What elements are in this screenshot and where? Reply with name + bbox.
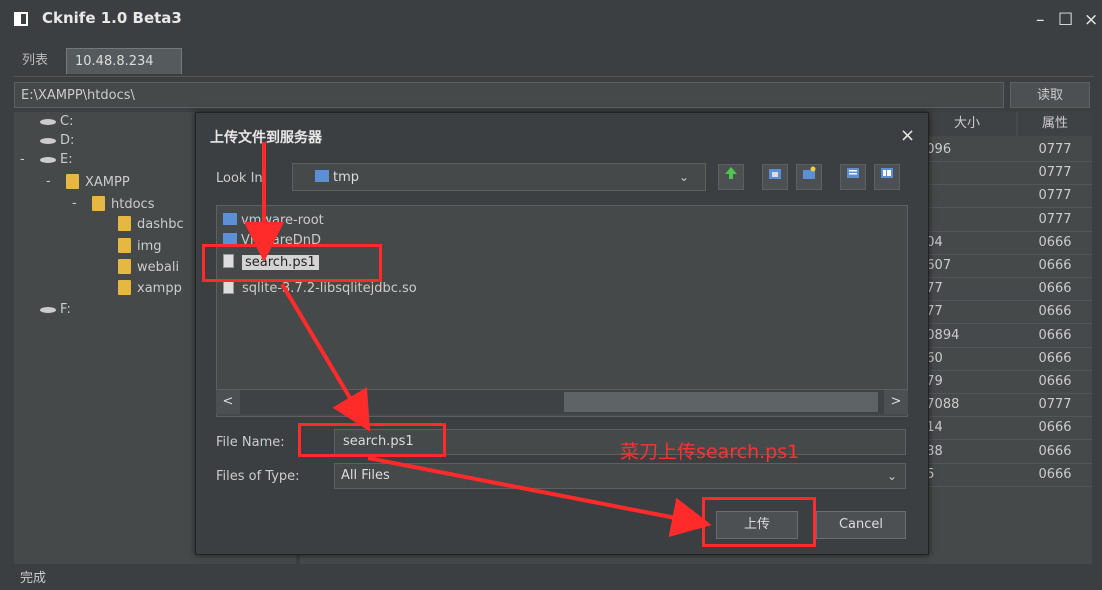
- annotation-caption: 菜刀上传search.ps1: [620, 441, 800, 463]
- arrow-to-upload: [367, 456, 712, 538]
- annotation-arrows: [244, 142, 712, 538]
- arrow-to-filename: [280, 282, 371, 432]
